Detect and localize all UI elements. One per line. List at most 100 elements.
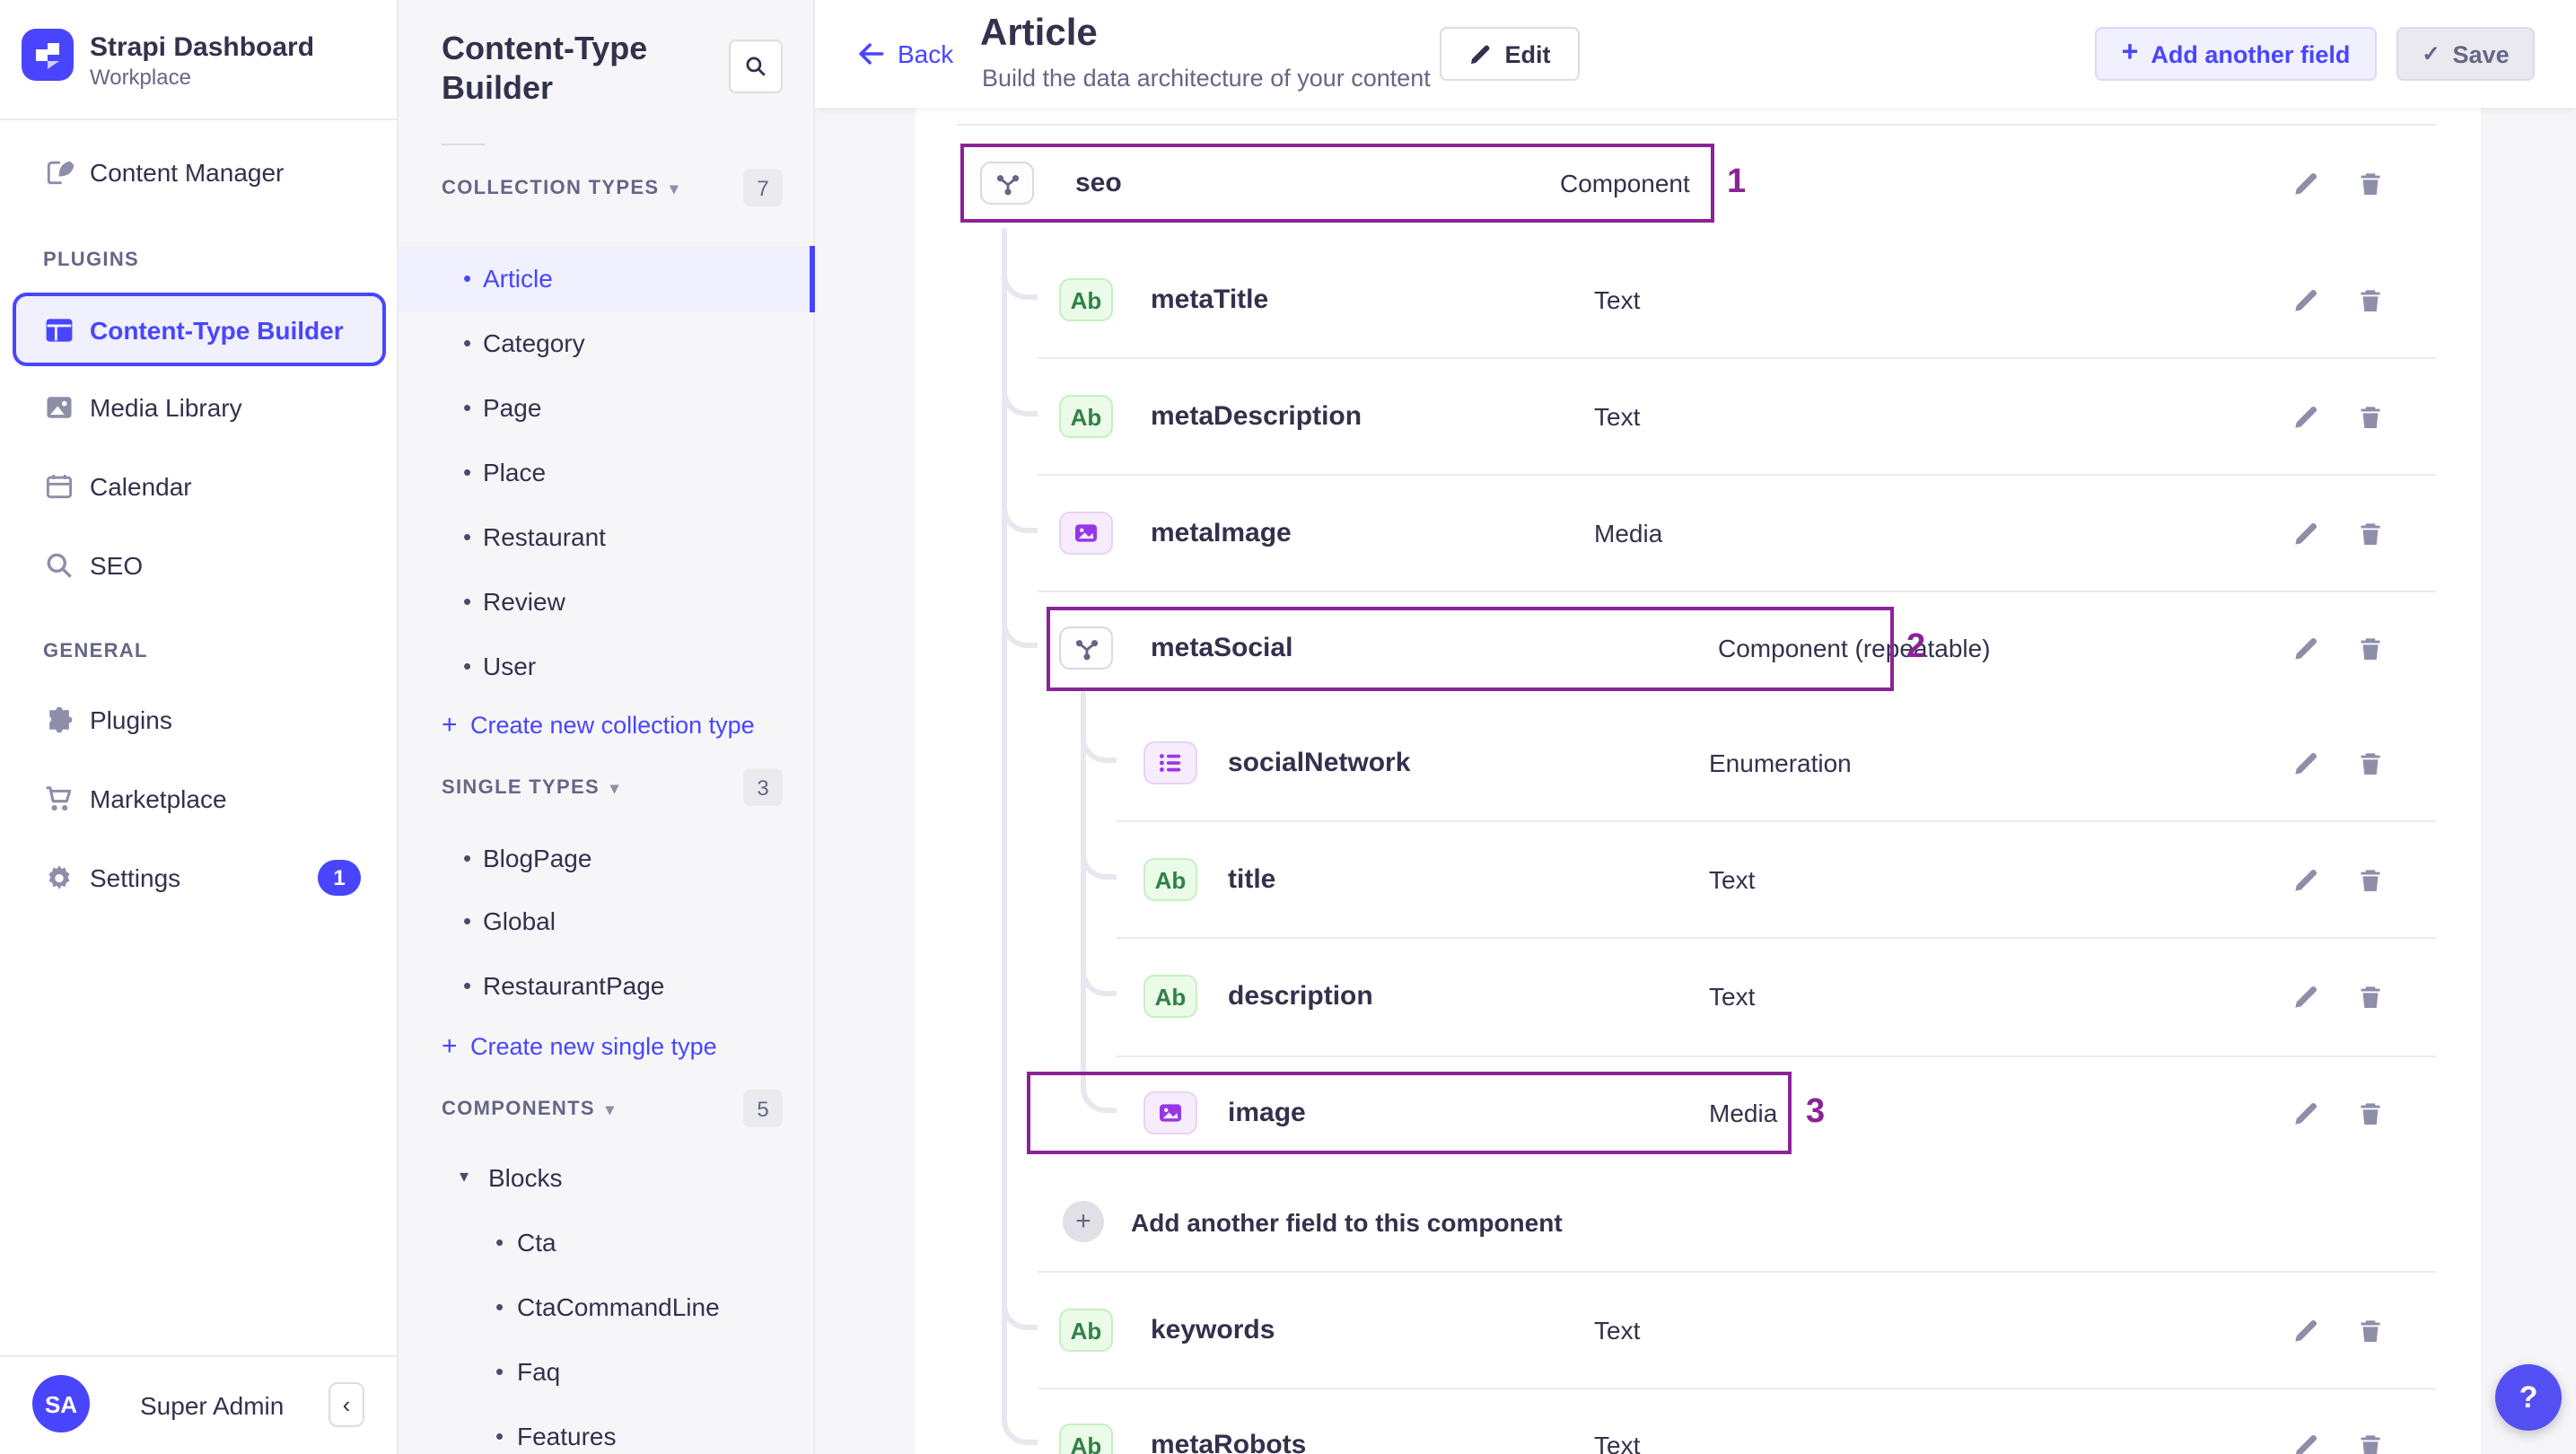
puzzle-icon [49,706,73,733]
collection-type-page[interactable]: • Page [399,388,815,427]
gear-icon [48,865,70,889]
delete-field-button[interactable] [2353,863,2386,896]
single-type-blogpage[interactable]: • BlogPage [399,838,815,878]
divider [1117,937,2436,939]
annotation-number-1: 1 [1727,163,1747,201]
divider [1038,1388,2436,1389]
component-ctacommandline[interactable]: • CtaCommandLine [399,1287,815,1327]
panel-title: Content-Type Builder [442,31,648,106]
edit-field-button[interactable] [2289,400,2321,433]
plus-icon: + [2121,38,2139,68]
field-name: description [1228,981,1373,1012]
field-type: Media [1709,1099,1778,1127]
component-group-blocks[interactable]: ▾ Blocks [399,1158,815,1197]
divider [1038,1271,2436,1273]
component-cta[interactable]: • Cta [399,1222,815,1262]
sidebar-item-content-type-builder[interactable]: Content-Type Builder [0,312,399,348]
content-type-builder-panel: Content-Type Builder COLLECTION TYPES ▾ … [399,0,815,1454]
edit-field-button[interactable] [2289,517,2321,549]
text-field-icon: Ab [1059,395,1113,438]
main-sidebar: Strapi Dashboard Workplace Content Manag… [0,0,399,1454]
chevron-down-icon: ▾ [605,1099,616,1117]
sidebar-item-calendar[interactable]: Calendar [0,469,399,504]
field-type: Text [1709,982,1756,1011]
search-button[interactable] [729,39,783,93]
avatar[interactable]: SA [32,1375,90,1432]
collection-type-place[interactable]: • Place [399,452,815,492]
help-button[interactable]: ? [2495,1364,2562,1431]
edit-field-button[interactable] [2289,863,2321,896]
delete-field-button[interactable] [2353,980,2386,1012]
field-name: metaDescription [1151,401,1362,432]
collection-type-article[interactable]: • Article [399,258,815,298]
edit-field-button[interactable] [2289,980,2321,1012]
create-collection-type-link[interactable]: + Create new collection type [399,705,815,745]
single-types-header[interactable]: SINGLE TYPES ▾ [442,774,619,802]
delete-field-button[interactable] [2353,167,2386,199]
collection-types-header[interactable]: COLLECTION TYPES ▾ [442,174,679,203]
delete-field-button[interactable] [2353,1314,2386,1346]
add-field-to-component-button[interactable]: + [1063,1201,1104,1242]
sidebar-item-marketplace[interactable]: Marketplace [0,781,399,817]
sidebar-item-seo[interactable]: SEO [0,547,399,583]
add-field-to-component-label[interactable]: Add another field to this component [1131,1208,1563,1237]
component-faq[interactable]: • Faq [399,1352,815,1391]
plus-icon: + [442,710,458,740]
collection-type-restaurant[interactable]: • Restaurant [399,517,815,556]
edit-field-button[interactable] [2289,747,2321,779]
strapi-logo-icon[interactable] [22,29,74,81]
delete-field-button[interactable] [2353,1097,2386,1129]
components-header[interactable]: COMPONENTS ▾ [442,1095,615,1124]
add-another-field-button[interactable]: + Add another field [2095,27,2377,81]
edit-field-button[interactable] [2289,1314,2321,1346]
edit-field-button[interactable] [2289,284,2321,316]
pen-icon [47,161,74,185]
collapse-sidebar-button[interactable]: ‹ [329,1382,364,1427]
field-row-metadescription: Ab metaDescription Text [916,377,2481,456]
delete-field-button[interactable] [2353,517,2386,549]
edit-field-button[interactable] [2289,167,2321,199]
edit-field-button[interactable] [2289,1097,2321,1129]
delete-field-button[interactable] [2353,284,2386,316]
create-single-type-link[interactable]: + Create new single type [399,1027,815,1066]
divider [0,1355,399,1357]
field-name: metaSocial [1151,633,1293,663]
sidebar-item-settings[interactable]: Settings 1 [0,860,399,896]
edit-field-button[interactable] [2289,1429,2321,1454]
single-types-count: 3 [743,768,783,806]
delete-field-button[interactable] [2353,400,2386,433]
collection-type-user[interactable]: • User [399,646,815,686]
field-type: Text [1709,865,1756,894]
edit-button[interactable]: Edit [1440,27,1580,81]
text-field-icon: Ab [1059,1309,1113,1352]
field-row-socialnetwork: socialNetwork Enumeration [916,723,2481,802]
collection-type-review[interactable]: • Review [399,582,815,621]
plugins-section-label: PLUGINS [43,250,140,271]
field-name: keywords [1151,1315,1275,1345]
delete-field-button[interactable] [2353,1429,2386,1454]
save-button[interactable]: ✓ Save [2396,27,2535,81]
sidebar-item-plugins[interactable]: Plugins [0,702,399,738]
edit-field-button[interactable] [2289,632,2321,664]
search-icon [47,553,72,578]
field-row-metasocial: metaSocial Component (repeatable) [916,609,2481,688]
field-name: metaTitle [1151,285,1269,315]
component-features[interactable]: • Features [399,1416,815,1454]
pencil-icon [1471,44,1490,64]
sidebar-item-content-manager[interactable]: Content Manager [0,154,399,190]
delete-field-button[interactable] [2353,632,2386,664]
field-name: title [1228,864,1276,895]
field-name: metaImage [1151,518,1292,548]
back-link[interactable]: Back [854,38,953,70]
single-type-global[interactable]: • Global [399,901,815,941]
divider [1117,1055,2436,1057]
collection-type-category[interactable]: • Category [399,323,815,363]
divider [1038,591,2436,592]
field-name: image [1228,1098,1306,1128]
sidebar-item-media-library[interactable]: Media Library [0,390,399,425]
general-section-label: GENERAL [43,641,148,662]
field-row-keywords: Ab keywords Text [916,1291,2481,1370]
single-type-restaurantpage[interactable]: • RestaurantPage [399,966,815,1005]
field-name: seo [1075,168,1122,198]
delete-field-button[interactable] [2353,747,2386,779]
